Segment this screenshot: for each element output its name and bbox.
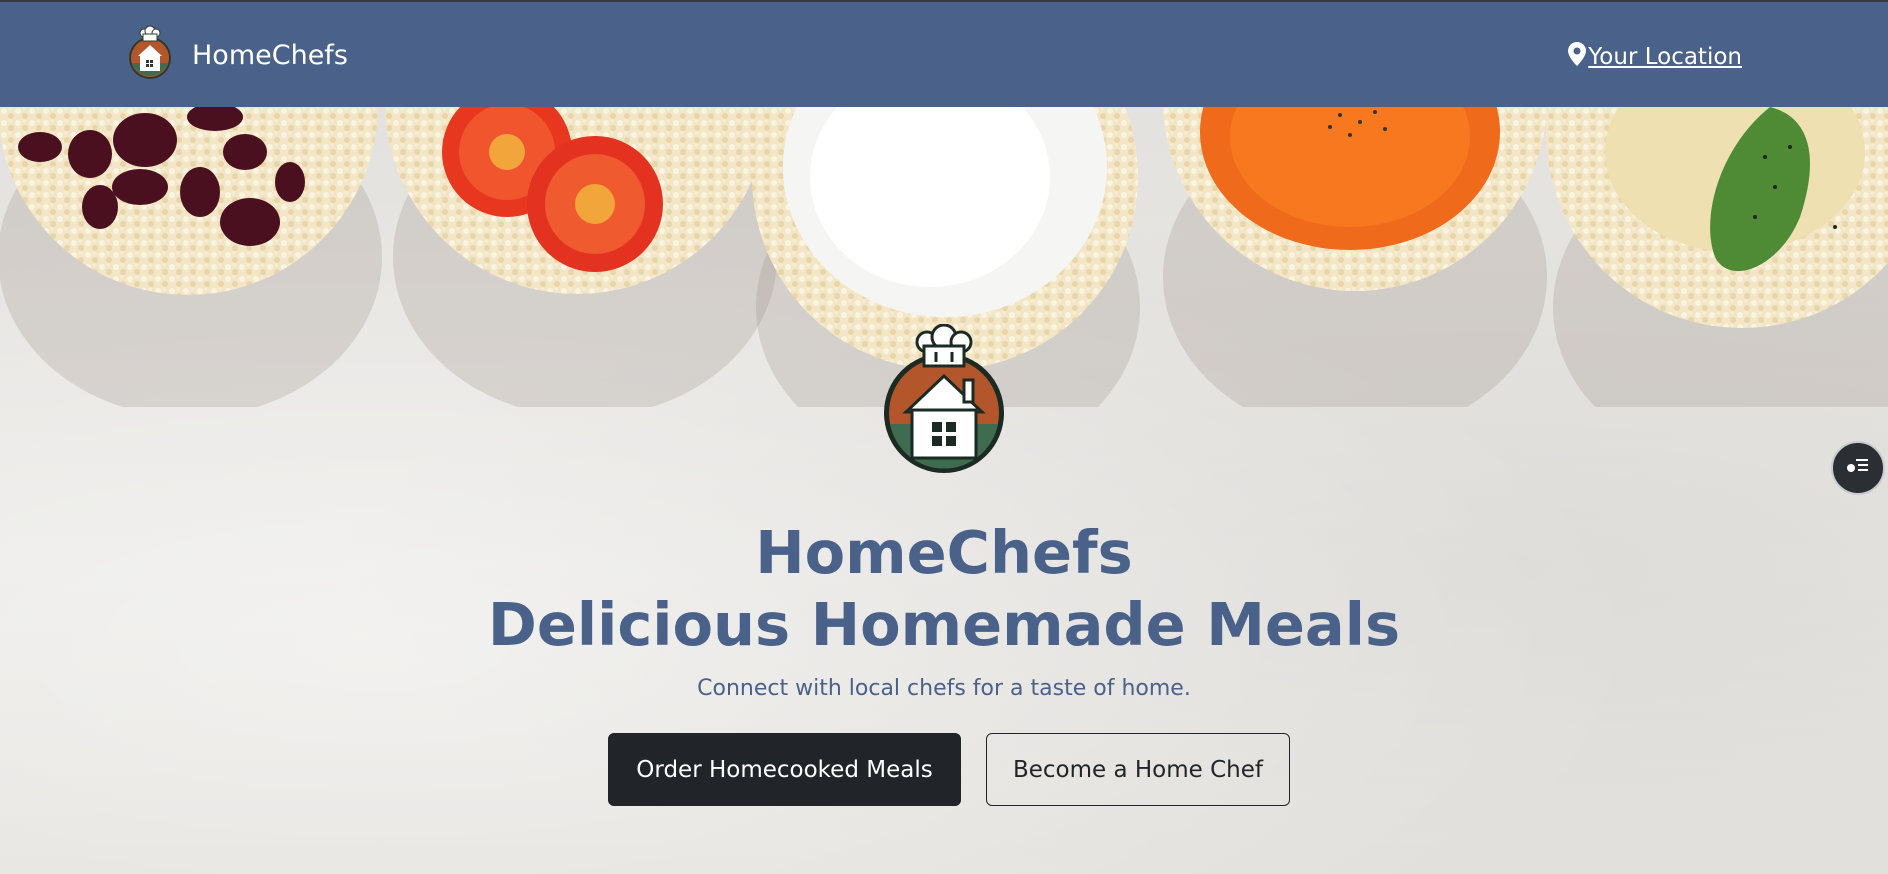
hero-title: HomeChefs Delicious Homemade Meals bbox=[0, 517, 1888, 661]
brand-link[interactable]: HomeChefs bbox=[128, 25, 348, 85]
homechefs-logo-icon bbox=[882, 323, 1006, 478]
location-label: Your Location bbox=[1588, 44, 1742, 70]
location-link[interactable]: Your Location bbox=[1568, 42, 1742, 72]
hero-actions: Order Homecooked Meals Become a Home Che… bbox=[608, 733, 1290, 806]
hero-section: HomeChefs Delicious Homemade Meals Conne… bbox=[0, 107, 1888, 874]
homechefs-logo-icon bbox=[128, 25, 172, 85]
brand-name: HomeChefs bbox=[192, 39, 348, 71]
hero-title-line1: HomeChefs bbox=[755, 518, 1133, 587]
hero-subtitle: Connect with local chefs for a taste of … bbox=[697, 676, 1191, 701]
user-list-icon bbox=[1846, 456, 1870, 480]
map-pin-icon bbox=[1568, 42, 1587, 72]
order-meals-button[interactable]: Order Homecooked Meals bbox=[608, 733, 961, 806]
become-chef-button[interactable]: Become a Home Chef bbox=[986, 733, 1290, 806]
top-navbar: HomeChefs Your Location bbox=[0, 0, 1888, 107]
side-floating-button[interactable] bbox=[1831, 441, 1885, 495]
hero-title-line2: Delicious Homemade Meals bbox=[487, 590, 1401, 659]
